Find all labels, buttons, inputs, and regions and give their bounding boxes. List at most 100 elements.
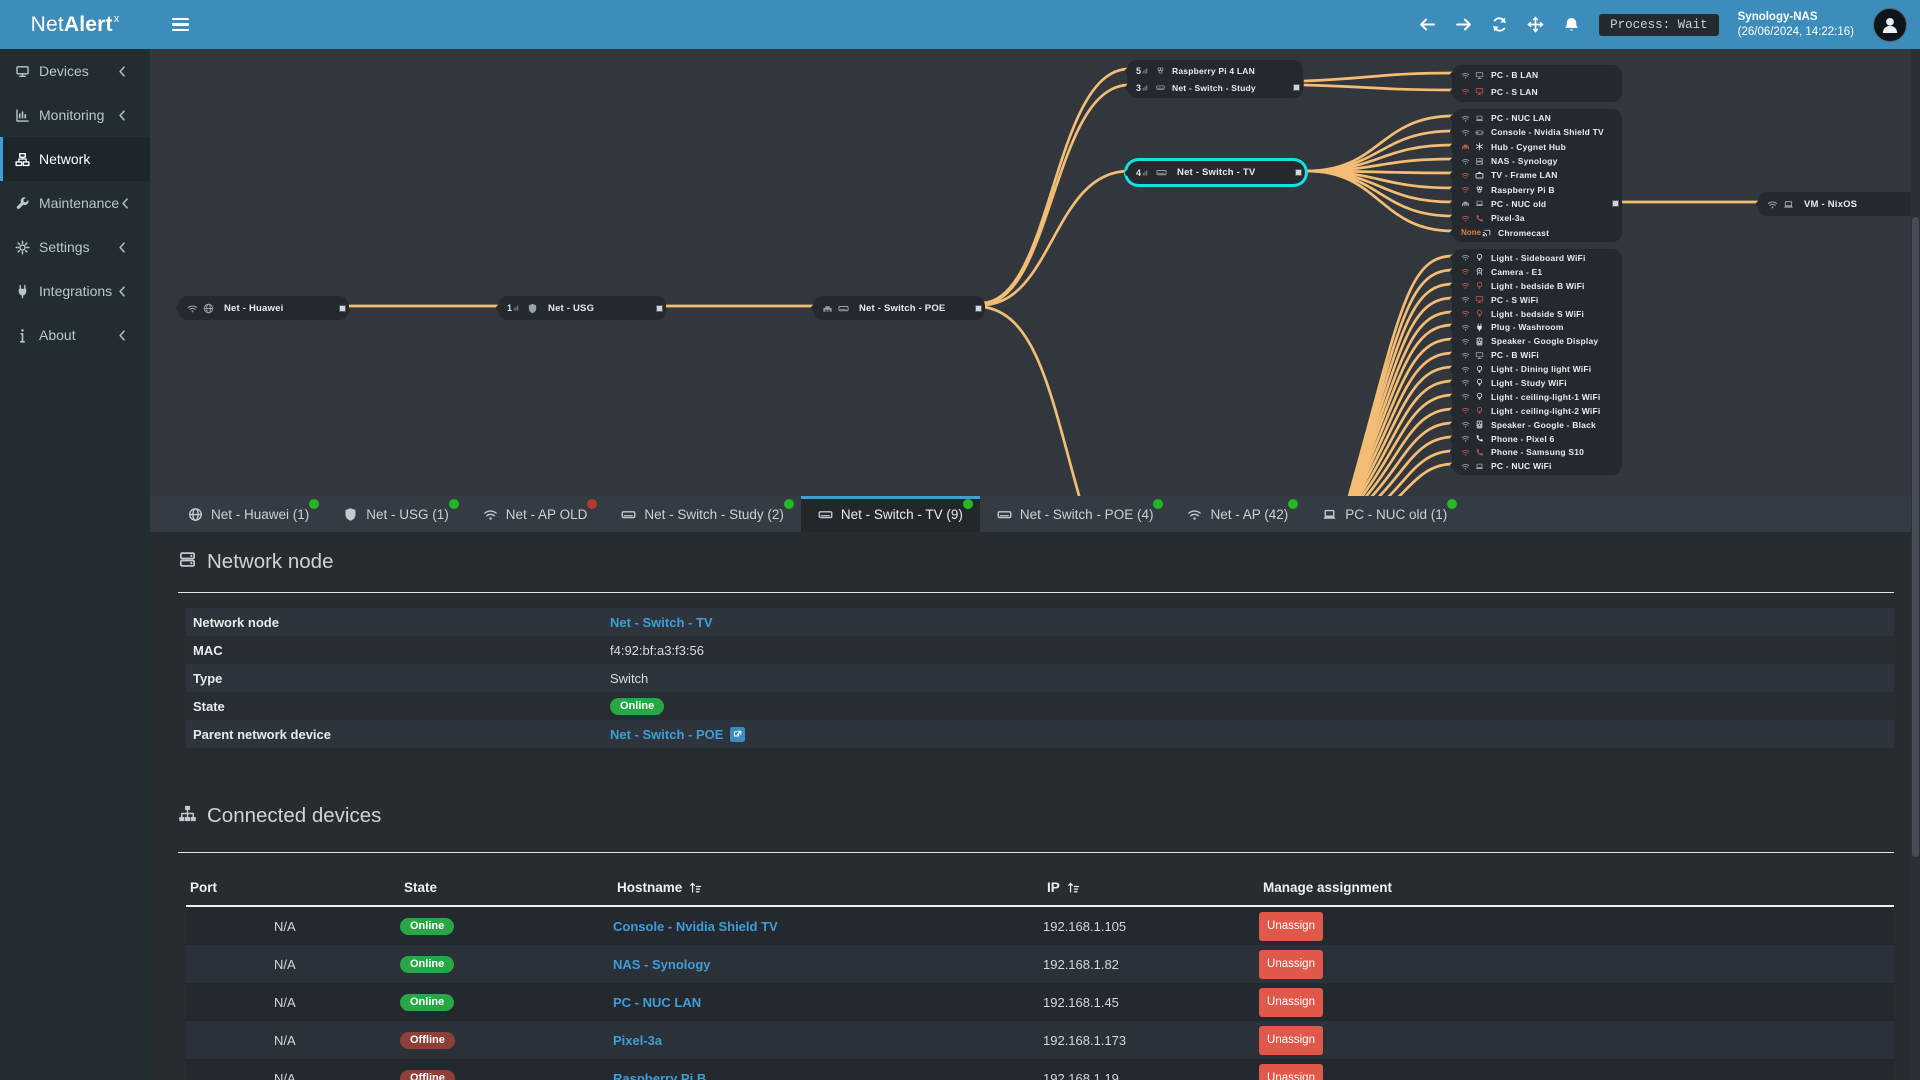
- tab-net-switch-poe-4[interactable]: Net - Switch - POE (4): [980, 496, 1171, 532]
- scrollbar-thumb[interactable]: [1912, 217, 1919, 857]
- cell-hostname-link[interactable]: Raspberry Pi B: [613, 1071, 706, 1080]
- diagram-node-study-group[interactable]: 5 Raspberry Pi 4 LAN 3 Net - Switch - Study: [1124, 60, 1303, 98]
- unassign-button[interactable]: Unassign: [1259, 911, 1323, 941]
- unassign-button[interactable]: Unassign: [1259, 1063, 1323, 1080]
- host-name: Synology-NAS: [1737, 10, 1818, 23]
- network-topology-diagram[interactable]: Net - Huawei 1 Net - USG Net - Switch - POE…: [150, 49, 1920, 496]
- unassign-button[interactable]: Unassign: [1259, 1025, 1323, 1055]
- detail-value: Switch: [610, 670, 649, 686]
- sidebar-item-settings[interactable]: Settings: [0, 225, 150, 269]
- diagram-device-row[interactable]: Light - bedside B WiFi: [1449, 279, 1622, 293]
- diagram-device-row[interactable]: Console - Nvidia Shield TV: [1449, 125, 1622, 139]
- diagram-node-net-switch-poe[interactable]: Net - Switch - POE: [810, 296, 985, 320]
- diagram-device-row[interactable]: 4 Net - Switch - TV: [1124, 163, 1305, 182]
- tab-net-huawei-1[interactable]: Net - Huawei (1): [171, 496, 326, 532]
- diagram-device-row[interactable]: Net - Huawei: [175, 298, 349, 318]
- bell-button[interactable]: [1563, 16, 1580, 33]
- diagram-node-vm-nixos[interactable]: VM - NixOS: [1755, 192, 1920, 216]
- diagram-device-row[interactable]: PC - B WiFi: [1449, 348, 1622, 362]
- diagram-device-row[interactable]: PC - NUC old: [1449, 197, 1622, 211]
- diagram-device-row[interactable]: PC - B LAN: [1449, 67, 1622, 84]
- diagram-device-row[interactable]: PC - NUC LAN: [1449, 111, 1622, 125]
- diagram-device-row[interactable]: Camera - E1: [1449, 265, 1622, 279]
- connector-square: [1293, 84, 1300, 91]
- diagram-device-row[interactable]: Light - ceiling-light-2 WiFi: [1449, 404, 1622, 418]
- external-link-icon[interactable]: [730, 726, 746, 742]
- diagram-device-row[interactable]: PC - NUC WiFi: [1449, 459, 1622, 473]
- sync-button[interactable]: [1491, 16, 1508, 33]
- cell-hostname-link[interactable]: Console - Nvidia Shield TV: [613, 919, 778, 934]
- column-header-ip[interactable]: IP: [1043, 880, 1259, 895]
- diagram-device-row[interactable]: Light - ceiling-light-1 WiFi: [1449, 390, 1622, 404]
- diagram-device-row[interactable]: Light - bedside S WiFi: [1449, 307, 1622, 321]
- tab-net-usg-1[interactable]: Net - USG (1): [326, 496, 466, 532]
- device-count: 5: [1136, 65, 1142, 76]
- tab-net-switch-tv-9[interactable]: Net - Switch - TV (9): [800, 496, 980, 532]
- unassign-button[interactable]: Unassign: [1259, 987, 1323, 1017]
- diagram-device-row[interactable]: Phone - Samsung S10: [1449, 445, 1622, 459]
- status-dot-green: [309, 499, 320, 509]
- hamburger-menu-icon[interactable]: [172, 17, 189, 32]
- sidebar-item-devices[interactable]: Devices: [0, 49, 150, 93]
- diagram-device-row[interactable]: 5 Raspberry Pi 4 LAN: [1124, 62, 1303, 79]
- sidebar-item-about[interactable]: About: [0, 313, 150, 357]
- status-dot-green: [1447, 499, 1458, 509]
- diagram-device-row[interactable]: Speaker - Google - Black: [1449, 418, 1622, 432]
- vertical-scrollbar[interactable]: [1911, 49, 1920, 1080]
- diagram-node-tv-children[interactable]: PC - NUC LAN Console - Nvidia Shield TV Hu…: [1449, 109, 1622, 242]
- arrow-left-button[interactable]: [1419, 16, 1436, 33]
- cell-hostname-link[interactable]: NAS - Synology: [613, 957, 711, 972]
- diagram-device-row[interactable]: Phone - Pixel 6: [1449, 432, 1622, 446]
- device-label: Light - Study WiFi: [1491, 377, 1567, 388]
- edge-anchor: [1449, 158, 1456, 165]
- diagram-device-row[interactable]: Net - Switch - POE: [810, 298, 985, 318]
- diagram-device-row[interactable]: Speaker - Google Display: [1449, 334, 1622, 348]
- diagram-device-row[interactable]: Light - Study WiFi: [1449, 376, 1622, 390]
- diagram-device-row[interactable]: PC - S WiFi: [1449, 293, 1622, 307]
- diagram-device-row[interactable]: PC - S LAN: [1449, 84, 1622, 101]
- tab-net-ap-old[interactable]: Net - AP OLD: [466, 496, 605, 532]
- diagram-device-row[interactable]: Light - Sideboard WiFi: [1449, 251, 1622, 265]
- chart-icon: [16, 108, 29, 122]
- diagram-node-net-switch-tv[interactable]: 4 Net - Switch - TV: [1124, 161, 1305, 184]
- tab-net-ap-42[interactable]: Net - AP (42): [1170, 496, 1305, 532]
- user-avatar[interactable]: [1873, 7, 1907, 42]
- sidebar-item-label: About: [39, 327, 76, 343]
- diagram-node-ap-children[interactable]: Light - Sideboard WiFi Camera - E1 Light -…: [1449, 249, 1622, 476]
- diagram-device-row[interactable]: Raspberry Pi B: [1449, 182, 1622, 196]
- column-header-hostname[interactable]: Hostname: [613, 880, 1043, 895]
- device-label: Light - ceiling-light-2 WiFi: [1491, 405, 1601, 416]
- diagram-device-row[interactable]: VM - NixOS: [1755, 194, 1920, 214]
- diagram-device-row[interactable]: None Chromecast: [1449, 225, 1622, 239]
- display-icon: [16, 65, 29, 77]
- parent-node-link[interactable]: Net - Switch - POE: [610, 727, 723, 742]
- diagram-node-study-children[interactable]: PC - B LAN PC - S LAN: [1449, 65, 1622, 102]
- device-label: Phone - Samsung S10: [1491, 447, 1585, 458]
- sidebar-item-maintenance[interactable]: Maintenance: [0, 181, 150, 225]
- diagram-node-net-huawei[interactable]: Net - Huawei: [175, 296, 349, 320]
- tab-pc-nuc-old-1[interactable]: PC - NUC old (1): [1305, 496, 1464, 532]
- diagram-device-row[interactable]: Light - Dining light WiFi: [1449, 362, 1622, 376]
- diagram-node-net-usg[interactable]: 1 Net - USG: [495, 296, 666, 320]
- app-logo[interactable]: Net Alert x: [0, 0, 150, 49]
- diagram-device-row[interactable]: 3 Net - Switch - Study: [1124, 79, 1303, 96]
- unassign-button[interactable]: Unassign: [1259, 949, 1323, 979]
- tab-net-switch-study-2[interactable]: Net - Switch - Study (2): [604, 496, 801, 532]
- speaker-icon: [1476, 337, 1483, 346]
- cell-hostname-link[interactable]: Pixel-3a: [613, 1033, 662, 1048]
- diagram-device-row[interactable]: Pixel-3a: [1449, 211, 1622, 225]
- diagram-device-row[interactable]: NAS - Synology: [1449, 154, 1622, 168]
- edge-anchor: [1449, 296, 1456, 303]
- connector-square: [1295, 169, 1302, 176]
- sidebar-item-monitoring[interactable]: Monitoring: [0, 93, 150, 137]
- diagram-device-row[interactable]: Hub - Cygnet Hub: [1449, 140, 1622, 154]
- diagram-device-row[interactable]: Plug - Washroom: [1449, 320, 1622, 334]
- cell-hostname-link[interactable]: PC - NUC LAN: [613, 995, 701, 1010]
- diagram-device-row[interactable]: TV - Frame LAN: [1449, 168, 1622, 182]
- node-link[interactable]: Net - Switch - TV: [610, 615, 713, 630]
- diagram-device-row[interactable]: 1 Net - USG: [495, 298, 666, 318]
- sidebar-item-network[interactable]: Network: [0, 137, 150, 181]
- move-button[interactable]: [1527, 16, 1544, 33]
- sidebar-item-integrations[interactable]: Integrations: [0, 269, 150, 313]
- arrow-right-button[interactable]: [1455, 16, 1472, 33]
